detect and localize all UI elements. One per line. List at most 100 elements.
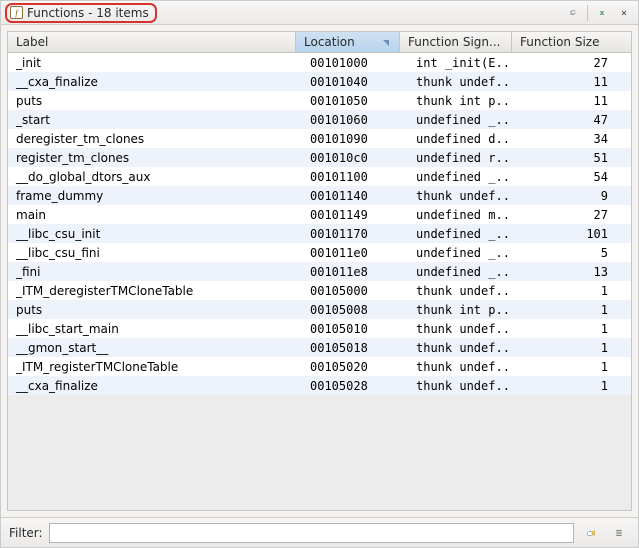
filter-input[interactable] (49, 523, 574, 543)
table-row[interactable]: __gmon_start__00105018thunk undef...1 (8, 338, 631, 357)
table-header: Label Location Function Sign... Function… (8, 32, 631, 53)
column-header-size[interactable]: Function Size (512, 32, 622, 52)
table-row[interactable]: frame_dummy00101140thunk undef...9 (8, 186, 631, 205)
cell-size: 1 (512, 377, 622, 395)
table-row[interactable]: _ITM_registerTMCloneTable00105020thunk u… (8, 357, 631, 376)
cell-size: 27 (512, 54, 622, 72)
cell-signature: undefined _... (400, 168, 512, 186)
cell-size: 1 (512, 339, 622, 357)
table-row[interactable]: __do_global_dtors_aux00101100undefined _… (8, 167, 631, 186)
apply-filter-button[interactable] (580, 523, 602, 543)
table-row[interactable]: __cxa_finalize00101040thunk undef...11 (8, 72, 631, 91)
table-row[interactable]: _fini001011e8undefined _...13 (8, 262, 631, 281)
cell-location: 00105000 (296, 282, 400, 300)
cell-signature: thunk undef... (400, 187, 512, 205)
cell-label: __do_global_dtors_aux (8, 168, 296, 186)
cell-signature: thunk undef... (400, 377, 512, 395)
table-row[interactable]: __cxa_finalize00105028thunk undef...1 (8, 376, 631, 395)
cell-location: 00105020 (296, 358, 400, 376)
table-row[interactable]: _start00101060undefined _...47 (8, 110, 631, 129)
functions-panel: f Functions - 18 items (0, 0, 639, 548)
cell-label: __gmon_start__ (8, 339, 296, 357)
cell-signature: undefined _... (400, 263, 512, 281)
table-row[interactable]: puts00101050thunk int p...11 (8, 91, 631, 110)
cell-signature: undefined d... (400, 130, 512, 148)
cell-location: 00101090 (296, 130, 400, 148)
cell-signature: undefined m... (400, 206, 512, 224)
table-body[interactable]: _init00101000int _init(E...27__cxa_final… (8, 53, 631, 510)
table-row[interactable]: deregister_tm_clones00101090undefined d.… (8, 129, 631, 148)
cell-signature: undefined r... (400, 149, 512, 167)
table-row[interactable]: puts00105008thunk int p...1 (8, 300, 631, 319)
cell-label: _start (8, 111, 296, 129)
cell-label: _ITM_deregisterTMCloneTable (8, 282, 296, 300)
panel-title: Functions - 18 items (27, 6, 149, 20)
cell-size: 51 (512, 149, 622, 167)
cell-size: 1 (512, 320, 622, 338)
cell-signature: thunk undef... (400, 320, 512, 338)
sort-asc-icon (381, 37, 391, 47)
cell-size: 13 (512, 263, 622, 281)
filter-settings-button[interactable] (608, 523, 630, 543)
cell-label: _fini (8, 263, 296, 281)
toggle-tree-button[interactable] (592, 4, 612, 22)
cell-label: puts (8, 301, 296, 319)
cell-label: __cxa_finalize (8, 73, 296, 91)
cell-size: 27 (512, 206, 622, 224)
column-header-label[interactable]: Label (8, 32, 296, 52)
column-signature-text: Function Sign... (408, 35, 500, 49)
cell-size: 9 (512, 187, 622, 205)
cell-location: 00105010 (296, 320, 400, 338)
cell-signature: int _init(E... (400, 54, 512, 72)
cell-label: frame_dummy (8, 187, 296, 205)
divider (587, 5, 588, 21)
cell-size: 11 (512, 73, 622, 91)
table-row[interactable]: __libc_start_main00105010thunk undef...1 (8, 319, 631, 338)
cell-location: 001011e8 (296, 263, 400, 281)
column-label-text: Label (16, 35, 48, 49)
table-row[interactable]: __libc_csu_fini001011e0undefined _...5 (8, 243, 631, 262)
table-row[interactable]: _init00101000int _init(E...27 (8, 53, 631, 72)
functions-table: Label Location Function Sign... Function… (7, 31, 632, 511)
cell-signature: thunk undef... (400, 282, 512, 300)
filter-label: Filter: (9, 526, 43, 540)
column-header-signature[interactable]: Function Sign... (400, 32, 512, 52)
cell-size: 5 (512, 244, 622, 262)
cell-label: main (8, 206, 296, 224)
cell-size: 1 (512, 301, 622, 319)
cell-location: 00101050 (296, 92, 400, 110)
cell-label: register_tm_clones (8, 149, 296, 167)
cell-location: 00101040 (296, 73, 400, 91)
filter-bar: Filter: (1, 517, 638, 547)
column-header-location[interactable]: Location (296, 32, 400, 52)
copy-button[interactable] (563, 4, 583, 22)
cell-location: 00105008 (296, 301, 400, 319)
close-button[interactable] (614, 4, 634, 22)
title-actions (563, 4, 634, 22)
table-row[interactable]: __libc_csu_init00101170undefined _...101 (8, 224, 631, 243)
table-row[interactable]: _ITM_deregisterTMCloneTable00105000thunk… (8, 281, 631, 300)
cell-size: 1 (512, 282, 622, 300)
cell-location: 001011e0 (296, 244, 400, 262)
table-row[interactable]: register_tm_clones001010c0undefined r...… (8, 148, 631, 167)
cell-size: 47 (512, 111, 622, 129)
cell-signature: undefined _... (400, 225, 512, 243)
cell-size: 54 (512, 168, 622, 186)
cell-size: 101 (512, 225, 622, 243)
cell-signature: thunk undef... (400, 339, 512, 357)
cell-location: 00101149 (296, 206, 400, 224)
functions-icon: f (9, 6, 23, 20)
cell-label: __libc_csu_init (8, 225, 296, 243)
table-row[interactable]: main00101149undefined m...27 (8, 205, 631, 224)
cell-signature: thunk undef... (400, 73, 512, 91)
cell-signature: undefined _... (400, 111, 512, 129)
cell-label: _init (8, 54, 296, 72)
cell-location: 001010c0 (296, 149, 400, 167)
column-size-text: Function Size (520, 35, 600, 49)
cell-signature: thunk int p... (400, 301, 512, 319)
cell-size: 34 (512, 130, 622, 148)
cell-size: 11 (512, 92, 622, 110)
cell-label: deregister_tm_clones (8, 130, 296, 148)
cell-signature: thunk undef... (400, 358, 512, 376)
cell-location: 00101140 (296, 187, 400, 205)
